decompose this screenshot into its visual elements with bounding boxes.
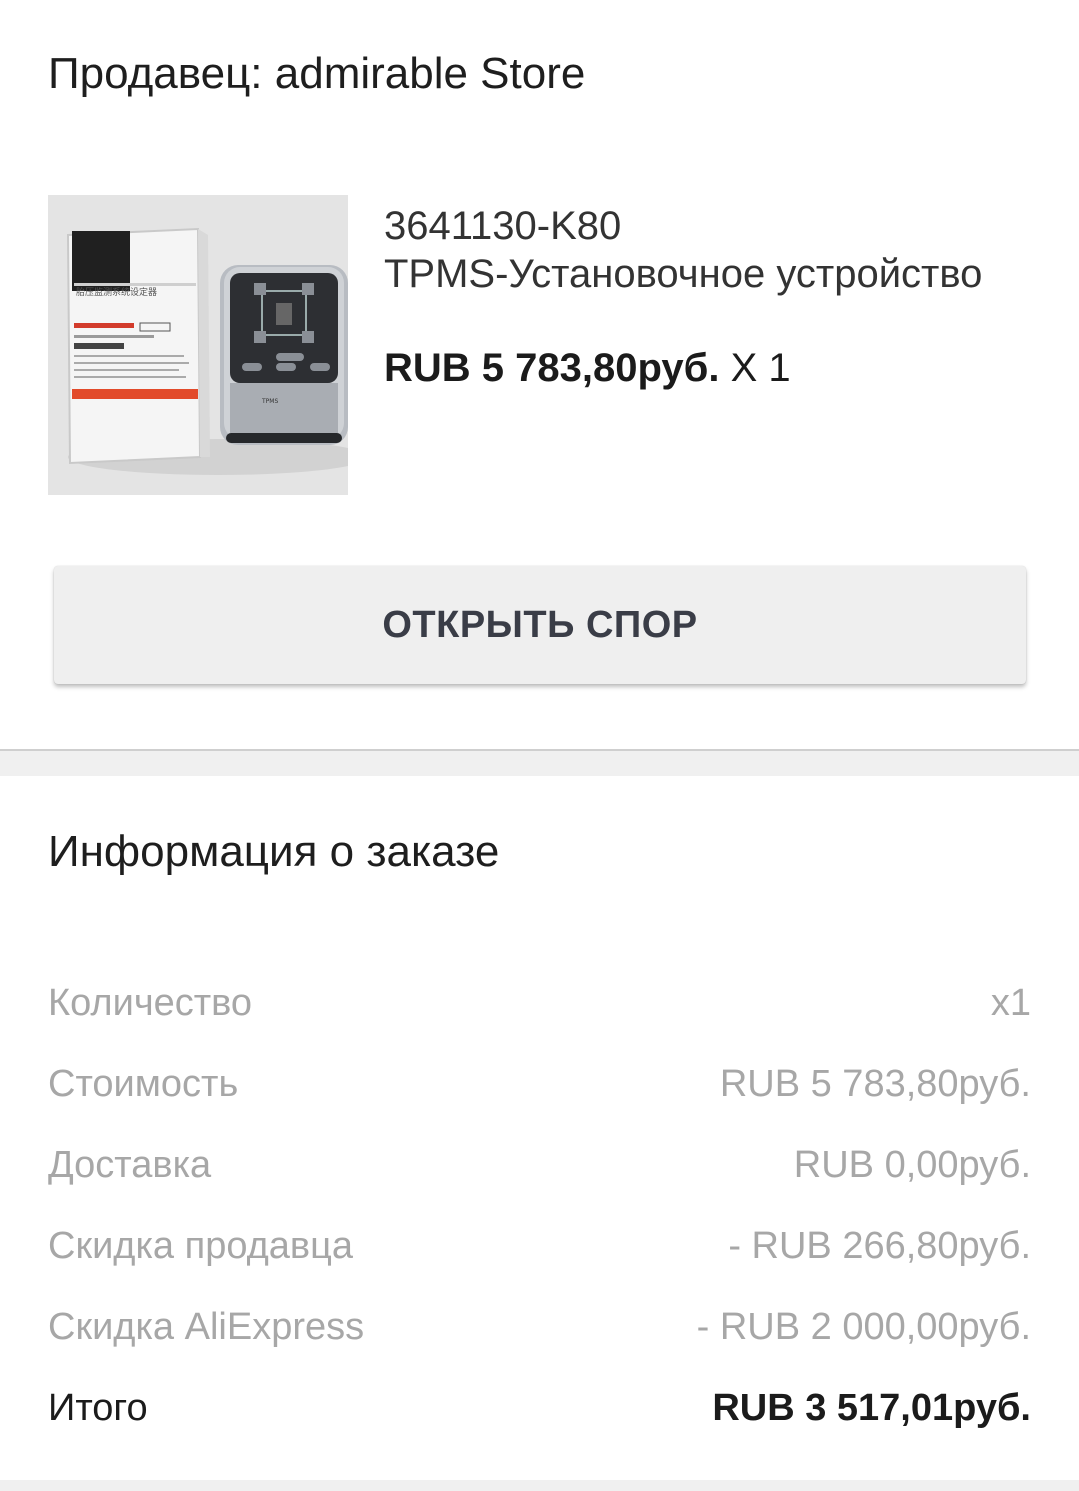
svg-text:胎压监测系统设定器: 胎压监测系统设定器	[76, 286, 157, 298]
row-value: RUB 0,00руб.	[793, 1143, 1031, 1186]
seller-name[interactable]: Продавец: admirable Store	[48, 48, 585, 100]
order-row-aliexpress-discount: Скидка AliExpress - RUB 2 000,00руб.	[48, 1302, 1031, 1352]
row-value: - RUB 2 000,00руб.	[696, 1305, 1031, 1348]
row-value: x1	[990, 981, 1031, 1024]
bottom-divider	[0, 1480, 1079, 1491]
row-value: RUB 5 783,80руб.	[719, 1062, 1031, 1105]
row-value: - RUB 266,80руб.	[728, 1224, 1031, 1267]
svg-text:TPMS: TPMS	[261, 398, 278, 405]
order-row-quantity: Количество x1	[48, 978, 1031, 1028]
product-price: RUB 5 783,80руб.	[384, 346, 720, 390]
order-row-total: Итого RUB 3 517,01руб.	[48, 1383, 1031, 1433]
row-label: Доставка	[48, 1143, 212, 1186]
order-row-shipping: Доставка RUB 0,00руб.	[48, 1140, 1031, 1190]
section-divider	[0, 749, 1079, 776]
total-value: RUB 3 517,01руб.	[712, 1386, 1031, 1429]
row-label: Скидка AliExpress	[48, 1305, 365, 1348]
order-row-seller-discount: Скидка продавца - RUB 266,80руб.	[48, 1221, 1031, 1271]
product-image[interactable]: 胎压监测系统设定器 TPMS	[48, 195, 348, 495]
row-label: Скидка продавца	[48, 1224, 354, 1267]
product-price-row: RUB 5 783,80руб. X 1	[384, 344, 1044, 392]
product-photo: 胎压监测系统设定器 TPMS	[48, 195, 348, 495]
product-title[interactable]: 3641130-K80 TPMS-Установочное устройство	[384, 202, 1029, 298]
order-info-title: Информация о заказе	[48, 827, 500, 876]
product-sku: 3641130-K80	[384, 204, 622, 248]
row-label: Стоимость	[48, 1062, 239, 1105]
row-label: Количество	[48, 981, 253, 1024]
product-name: TPMS-Установочное устройство	[384, 252, 983, 296]
order-row-cost: Стоимость RUB 5 783,80руб.	[48, 1059, 1031, 1109]
total-label: Итого	[48, 1386, 148, 1429]
open-dispute-button[interactable]: ОТКРЫТЬ СПОР	[54, 566, 1026, 684]
product-info[interactable]: 3641130-K80 TPMS-Установочное устройство…	[384, 202, 1044, 392]
product-quantity: X 1	[730, 346, 791, 390]
